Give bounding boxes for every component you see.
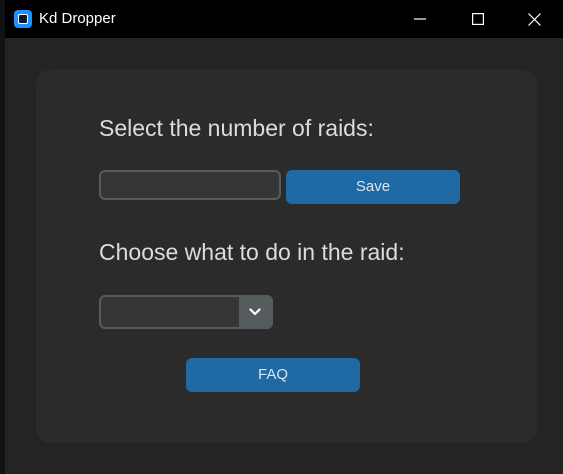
- raids-count-label: Select the number of raids:: [99, 115, 374, 141]
- minimize-icon: [414, 18, 426, 20]
- title-bar[interactable]: Kd Dropper: [5, 0, 563, 38]
- raids-count-input[interactable]: [99, 170, 281, 200]
- minimize-button[interactable]: [391, 0, 449, 38]
- raid-action-label: Choose what to do in the raid:: [99, 239, 405, 265]
- close-button[interactable]: [505, 0, 563, 38]
- maximize-icon: [472, 13, 484, 25]
- app-icon: [14, 10, 32, 28]
- dropdown-arrow-button[interactable]: [239, 297, 271, 327]
- app-window: Kd Dropper Select the number of raids: S…: [5, 0, 563, 474]
- close-icon: [527, 12, 541, 26]
- chevron-down-icon: [249, 308, 261, 316]
- window-title: Kd Dropper: [39, 10, 116, 27]
- save-button[interactable]: Save: [286, 170, 460, 204]
- raid-action-dropdown[interactable]: [99, 295, 273, 329]
- main-panel: Select the number of raids: Save Choose …: [36, 70, 537, 443]
- maximize-button[interactable]: [449, 0, 507, 38]
- faq-button[interactable]: FAQ: [186, 358, 360, 392]
